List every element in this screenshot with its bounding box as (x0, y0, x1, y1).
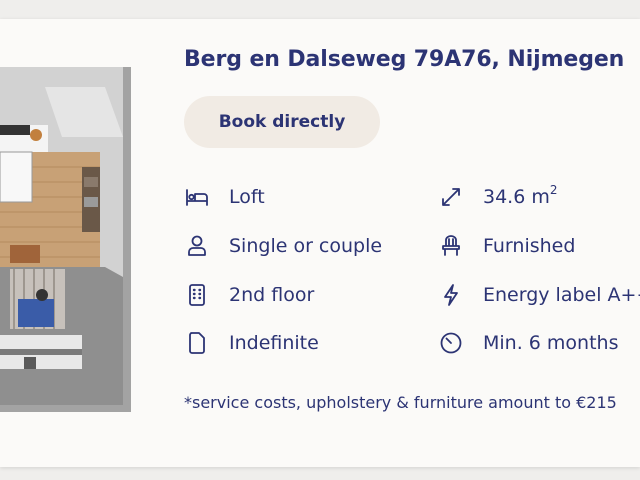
feature-label: Energy label A++ (483, 284, 640, 306)
clock-icon (440, 332, 462, 354)
lightning-icon (444, 284, 458, 306)
book-directly-button[interactable]: Book directly (184, 96, 380, 148)
listing-title: Berg en Dalseweg 79A76, Nijmegen (184, 47, 625, 72)
feature-contract: Indefinite (184, 328, 319, 358)
building-icon (189, 284, 205, 306)
feature-min-stay: Min. 6 months (438, 328, 619, 358)
person-icon (188, 235, 206, 256)
feature-label: Indefinite (229, 332, 319, 354)
feature-area: 34.6 m2 (438, 182, 558, 212)
document-icon (189, 332, 205, 354)
feature-energy-label: Energy label A++ (438, 280, 640, 310)
feature-label: Furnished (483, 235, 576, 257)
listing-card: Berg en Dalseweg 79A76, Nijmegen Book di… (0, 19, 640, 467)
bed-icon (186, 189, 208, 206)
feature-label: 2nd floor (229, 284, 315, 306)
expand-icon (442, 188, 460, 206)
feature-label: Loft (229, 186, 265, 208)
feature-furnishing: Furnished (438, 231, 575, 261)
feature-label: Min. 6 months (483, 332, 619, 354)
feature-label: Single or couple (229, 235, 383, 257)
feature-occupancy: Single or couple (184, 231, 382, 261)
chair-icon (442, 235, 460, 256)
feature-unit-type: Loft (184, 182, 265, 212)
service-costs-note: *service costs, upholstery & furniture a… (184, 393, 617, 412)
area-unit-superscript: 2 (549, 183, 558, 197)
feature-label: 34.6 m (483, 186, 550, 208)
floorplan-image[interactable] (0, 67, 131, 412)
feature-floor: 2nd floor (184, 280, 314, 310)
